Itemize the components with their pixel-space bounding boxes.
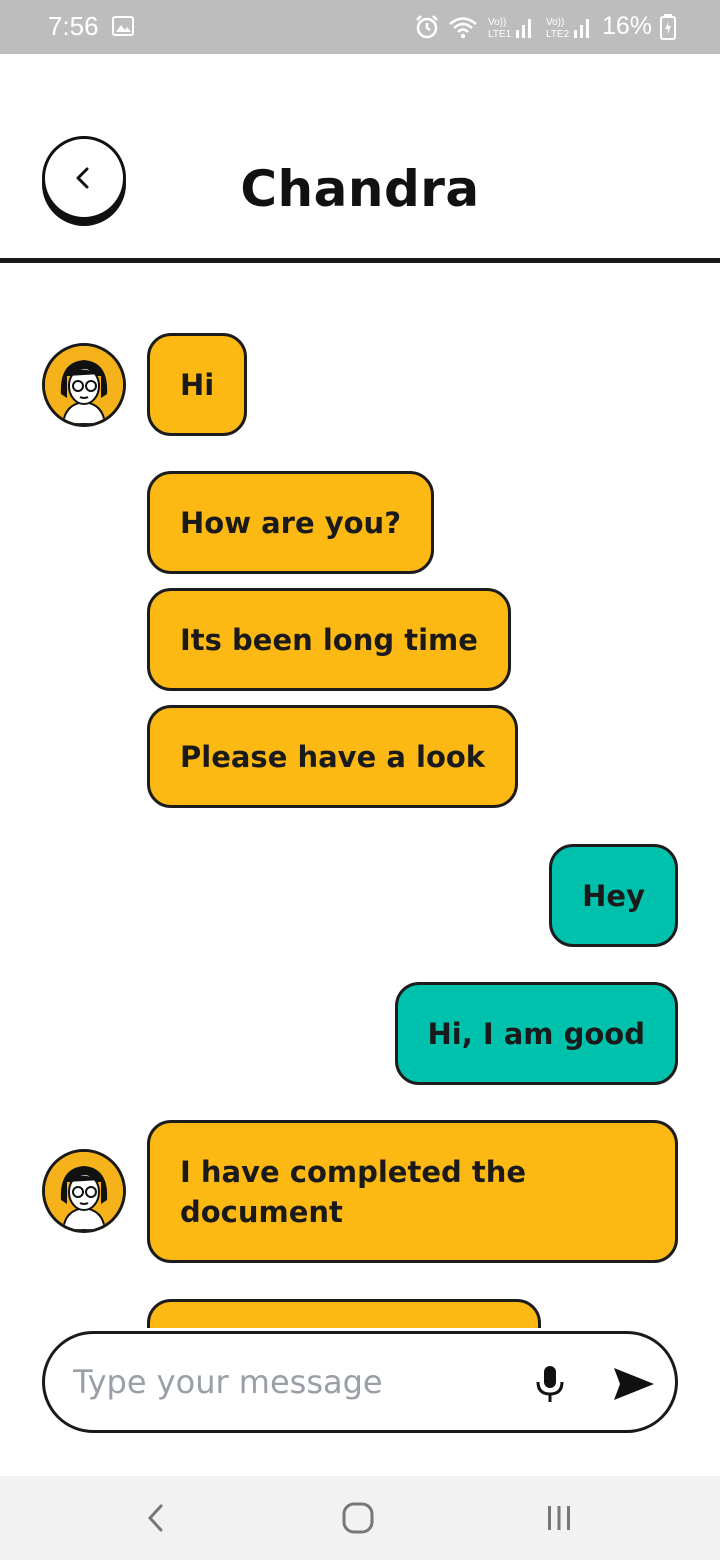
message-input[interactable]: [73, 1356, 513, 1408]
system-nav-bar: [0, 1476, 720, 1560]
message-list[interactable]: Hi How are you? Its been long time Pleas…: [0, 263, 720, 1328]
nav-back-icon[interactable]: [134, 1496, 178, 1540]
message-text: Hey: [582, 878, 645, 913]
microphone-icon[interactable]: [531, 1364, 569, 1404]
message-text: Hi: [180, 367, 215, 402]
message-text: Its been long time: [180, 622, 478, 657]
message-bubble-incoming[interactable]: Hi: [147, 333, 248, 436]
svg-text:LTE2: LTE2: [546, 29, 570, 40]
chat-header: Chandra: [0, 54, 720, 262]
status-time: 7:56: [48, 11, 99, 41]
svg-text:LTE1: LTE1: [488, 29, 512, 40]
message-bubble-incoming[interactable]: I have completed the document: [147, 1120, 678, 1263]
message-text: How are you?: [180, 505, 402, 540]
signal-lte2-icon: Vo)) LTE2: [546, 17, 589, 40]
status-bar: 7:56 Vo)) LTE1 Vo)) LTE2 16%: [0, 0, 720, 54]
message-text: I have completed the document: [180, 1154, 527, 1229]
message-text: Please have a look: [180, 739, 486, 774]
message-bubble-outgoing[interactable]: Hey: [549, 844, 678, 947]
message-bubble-incoming[interactable]: Please have a look: [147, 705, 519, 808]
message-bubble-incoming[interactable]: [147, 1299, 541, 1328]
message-composer: [42, 1331, 678, 1433]
svg-text:Vo)): Vo)): [546, 17, 564, 28]
page-title: Chandra: [240, 160, 480, 218]
message-bubble-incoming[interactable]: Its been long time: [147, 588, 511, 691]
nav-recents-icon[interactable]: [537, 1496, 581, 1540]
image-icon: [112, 16, 134, 36]
send-icon[interactable]: [611, 1364, 657, 1404]
message-bubble-outgoing[interactable]: Hi, I am good: [394, 982, 678, 1085]
battery-percent: 16%: [601, 12, 652, 40]
status-icons: Vo)) LTE1 Vo)) LTE2 16%: [414, 12, 676, 41]
avatar[interactable]: [42, 1149, 126, 1233]
message-text: Hi, I am good: [427, 1016, 645, 1051]
nav-home-icon[interactable]: [336, 1496, 380, 1540]
battery-charging-icon: [660, 13, 676, 40]
avatar-image: [45, 346, 123, 424]
wifi-icon: [449, 16, 477, 38]
svg-text:Vo)): Vo)): [488, 17, 506, 28]
alarm-icon: [416, 14, 438, 38]
avatar[interactable]: [42, 343, 126, 427]
signal-lte1-icon: Vo)) LTE1: [488, 17, 531, 40]
message-bubble-incoming[interactable]: How are you?: [147, 471, 435, 574]
avatar-image: [45, 1152, 123, 1230]
